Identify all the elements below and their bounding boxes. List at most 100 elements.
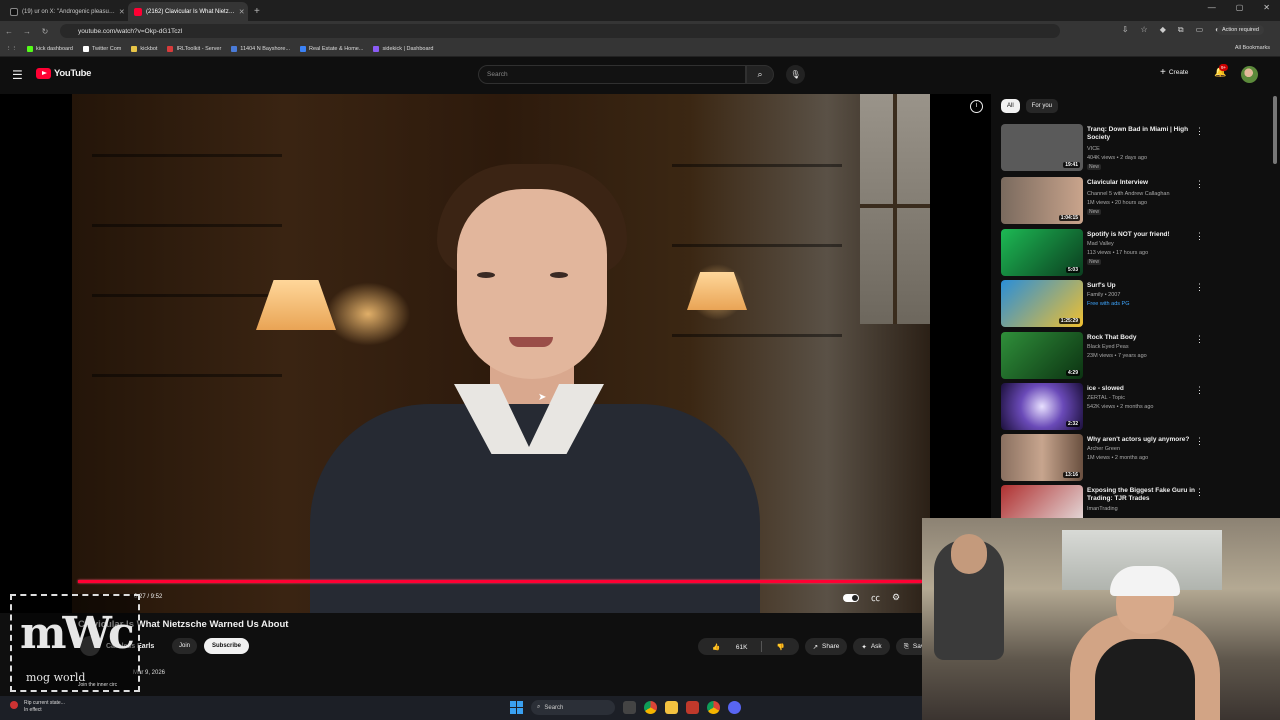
create-button[interactable]: + Create (1160, 67, 1188, 78)
recommendation-title[interactable]: Clavicular Interview (1087, 179, 1195, 187)
chrome-icon[interactable] (707, 701, 720, 714)
extension-icon[interactable]: ◆ (1160, 25, 1166, 35)
recommendation-item[interactable]: 5:03 Spotify is NOT your friend! Mad Val… (1001, 229, 1271, 277)
video-thumbnail[interactable]: 1:25:29 (1001, 280, 1083, 327)
more-options-icon[interactable]: ⋮ (1195, 282, 1204, 293)
apps-icon[interactable]: ⋮⋮ (6, 46, 17, 52)
bookmark-sidekick[interactable]: sidekick | Dashboard (373, 45, 433, 52)
video-thumbnail[interactable]: 5:03 (1001, 229, 1083, 276)
menu-icon[interactable]: ☰ (12, 68, 23, 82)
recommendation-item[interactable]: 1:25:29 Surf's Up Family • 2007 Free wit… (1001, 280, 1271, 328)
browser-tab-youtube[interactable]: (2162) Clavicular Is What Nietz… ✕ (128, 2, 248, 21)
close-icon[interactable]: ✕ (119, 8, 124, 16)
bookmark-irltoolkit[interactable]: IRLToolkit - Server (167, 45, 221, 52)
more-options-icon[interactable]: ⋮ (1195, 334, 1204, 345)
notifications-button[interactable]: 🔔 9+ (1214, 64, 1229, 78)
bookmark-kick-dashboard[interactable]: kick dashboard (27, 45, 73, 52)
recommendation-channel[interactable]: VICE (1087, 146, 1100, 152)
dislike-button[interactable]: 👎 (762, 643, 798, 651)
recommendation-item[interactable]: 4:29 Rock That Body Black Eyed Peas 23M … (1001, 332, 1271, 380)
new-tab-button[interactable]: + (254, 2, 260, 21)
recommendation-title[interactable]: Rock That Body (1087, 334, 1195, 342)
video-thumbnail[interactable]: 13:16 (1001, 434, 1083, 481)
mog-world-watermark: mWc mog world Join the inner circ (10, 594, 140, 692)
recommendation-item[interactable]: 13:16 Why aren't actors ugly anymore? Ar… (1001, 434, 1271, 482)
app-icon[interactable] (686, 701, 699, 714)
settings-icon[interactable]: ⚙ (892, 592, 900, 603)
video-thumbnail[interactable]: 19:41 (1001, 124, 1083, 171)
recommendation-title[interactable]: ice - slowed (1087, 385, 1195, 393)
chip-all[interactable]: All (1001, 99, 1020, 113)
join-button[interactable]: Join (172, 638, 198, 654)
share-button[interactable]: ↗ Share (804, 638, 848, 655)
close-window-icon[interactable]: ✕ (1263, 3, 1270, 12)
star-icon[interactable]: ☆ (1141, 25, 1148, 35)
search-input[interactable]: Search (478, 65, 746, 84)
search-button[interactable]: ⌕ (746, 65, 774, 84)
captions-icon[interactable]: ㏄ (871, 591, 880, 604)
more-options-icon[interactable]: ⋮ (1195, 385, 1204, 396)
video-thumbnail[interactable]: 2:32 (1001, 383, 1083, 430)
puzzle-icon[interactable]: ⧉ (1178, 25, 1184, 35)
recommendation-title[interactable]: Tranq: Down Bad in Miami | High Society (1087, 126, 1195, 142)
recommendation-item[interactable]: Exposing the Biggest Fake Guru in Tradin… (1001, 485, 1271, 518)
scrollbar[interactable] (1273, 96, 1277, 164)
recommendation-title[interactable]: Surf's Up (1087, 282, 1195, 290)
file-explorer-icon[interactable] (665, 701, 678, 714)
minimize-icon[interactable]: — (1208, 3, 1216, 12)
recommendation-item[interactable]: 19:41 Tranq: Down Bad in Miami | High So… (1001, 124, 1271, 172)
subscribe-button[interactable]: Subscribe (204, 638, 250, 654)
video-thumbnail[interactable] (1001, 485, 1083, 518)
taskbar-search[interactable]: ⌕ Search (531, 700, 615, 715)
reload-icon[interactable]: ↻ (36, 27, 54, 36)
more-options-icon[interactable]: ⋮ (1195, 179, 1204, 190)
voice-search-button[interactable]: 🎙 (786, 65, 805, 84)
all-bookmarks-button[interactable]: All Bookmarks (1235, 45, 1270, 51)
install-icon[interactable]: ⇩ (1122, 25, 1129, 35)
recommendation-title[interactable]: Why aren't actors ugly anymore? (1087, 436, 1195, 444)
maximize-icon[interactable]: ▢ (1236, 3, 1244, 12)
mouse-cursor-icon: ➤ (538, 392, 547, 403)
recommendation-title[interactable]: Exposing the Biggest Fake Guru in Tradin… (1087, 487, 1195, 503)
recommendation-channel[interactable]: ImanTrading (1087, 506, 1118, 512)
recommendation-channel[interactable]: Family • 2007 (1087, 292, 1120, 298)
info-icon[interactable]: i (970, 100, 983, 113)
weather-widget[interactable]: Rip current state... In effect (10, 700, 65, 714)
bookmark-kickbot[interactable]: kickbot (131, 45, 157, 52)
chip-for-you[interactable]: For you (1025, 99, 1059, 113)
recommendation-item[interactable]: 1:04:15 Clavicular Interview Channel 5 w… (1001, 177, 1271, 225)
video-thumbnail[interactable]: 4:29 (1001, 332, 1083, 379)
back-icon[interactable]: ← (0, 27, 18, 36)
bookmark-bayshore[interactable]: 11404 N Bayshore... (231, 45, 290, 52)
ask-button[interactable]: ✦ Ask (853, 638, 890, 655)
more-options-icon[interactable]: ⋮ (1195, 126, 1204, 137)
url-field[interactable]: youtube.com/watch?v=Okp-dG1Tczl (60, 24, 1060, 38)
recommendation-title[interactable]: Spotify is NOT your friend! (1087, 231, 1195, 239)
recommendation-channel[interactable]: Channel 5 with Andrew Callaghan (1087, 191, 1170, 197)
chrome-icon[interactable] (644, 701, 657, 714)
recommendation-channel[interactable]: Black Eyed Peas (1087, 344, 1129, 350)
more-options-icon[interactable]: ⋮ (1195, 231, 1204, 242)
recommendation-channel[interactable]: Mad Valley (1087, 241, 1114, 247)
video-player[interactable]: ➤ i 0:27 / 9:52 ㏄ ⚙ (0, 94, 991, 613)
sidebar-icon[interactable]: ▭ (1196, 25, 1204, 35)
browser-tab-twitter[interactable]: (19) ur on X: "Androgenic pleasu… ✕ (4, 2, 124, 21)
video-thumbnail[interactable]: 1:04:15 (1001, 177, 1083, 224)
more-options-icon[interactable]: ⋮ (1195, 487, 1204, 498)
close-icon[interactable]: ✕ (239, 8, 245, 16)
recommendation-channel[interactable]: ZERTAL - Topic (1087, 395, 1125, 401)
forward-icon[interactable]: → (18, 27, 36, 36)
windows-start-icon[interactable] (510, 701, 523, 714)
like-button[interactable]: 👍 61K (698, 643, 761, 651)
bookmark-real-estate[interactable]: Real Estate & Home... (300, 45, 363, 52)
more-options-icon[interactable]: ⋮ (1195, 436, 1204, 447)
bookmark-twitter[interactable]: Twitter Com (83, 45, 121, 52)
youtube-logo[interactable]: YouTube (36, 68, 91, 79)
recommendation-item[interactable]: 2:32 ice - slowed ZERTAL - Topic 542K vi… (1001, 383, 1271, 431)
autoplay-toggle[interactable] (843, 593, 859, 602)
account-avatar[interactable] (1241, 66, 1258, 83)
recommendation-channel[interactable]: Archer Green (1087, 446, 1120, 452)
task-view-icon[interactable] (623, 701, 636, 714)
action-required-button[interactable]: Action required (1217, 25, 1264, 35)
discord-icon[interactable] (728, 701, 741, 714)
